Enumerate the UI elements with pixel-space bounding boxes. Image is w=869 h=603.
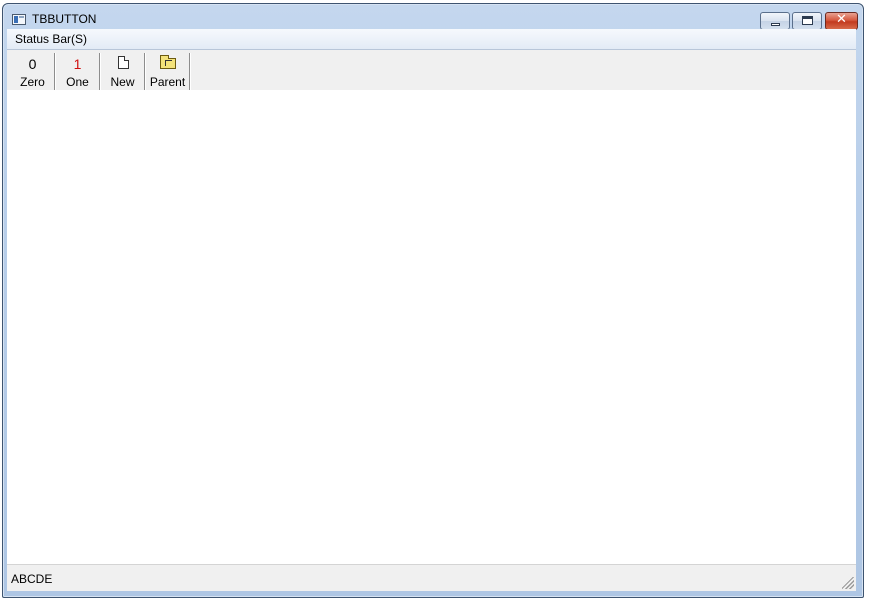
- resize-grip-icon[interactable]: [842, 577, 854, 589]
- menu-bar: Status Bar(S): [7, 29, 856, 50]
- close-icon: ✕: [836, 12, 847, 27]
- toolbar: 0 Zero 1 One New Parent: [7, 50, 856, 90]
- status-bar: ABCDE: [7, 564, 856, 591]
- toolbar-button-label: New: [110, 75, 135, 89]
- minimize-icon: [771, 23, 780, 26]
- maximize-button[interactable]: [792, 12, 822, 30]
- toolbar-separator: [189, 53, 191, 90]
- minimize-button[interactable]: [760, 12, 790, 30]
- toolbar-button-label: One: [66, 75, 89, 89]
- toolbar-button-label: Parent: [149, 75, 186, 89]
- menu-item-status-bar[interactable]: Status Bar(S): [15, 32, 87, 46]
- status-text: ABCDE: [11, 572, 53, 586]
- toolbar-button-parent[interactable]: Parent: [146, 53, 189, 90]
- app-window-icon[interactable]: [12, 14, 26, 25]
- new-document-icon: [117, 56, 129, 69]
- close-button[interactable]: ✕: [825, 12, 858, 30]
- toolbar-button-zero[interactable]: 0 Zero: [11, 53, 54, 90]
- toolbar-button-label: Zero: [20, 75, 45, 89]
- client-area[interactable]: [7, 90, 856, 564]
- toolbar-button-new[interactable]: New: [101, 53, 144, 90]
- parent-folder-icon: [159, 55, 176, 69]
- maximize-icon: [802, 16, 813, 25]
- toolbar-button-one[interactable]: 1 One: [56, 53, 99, 90]
- window-title: TBBUTTON: [32, 12, 97, 26]
- digit-one-icon: 1: [73, 56, 82, 72]
- digit-zero-icon: 0: [28, 56, 37, 72]
